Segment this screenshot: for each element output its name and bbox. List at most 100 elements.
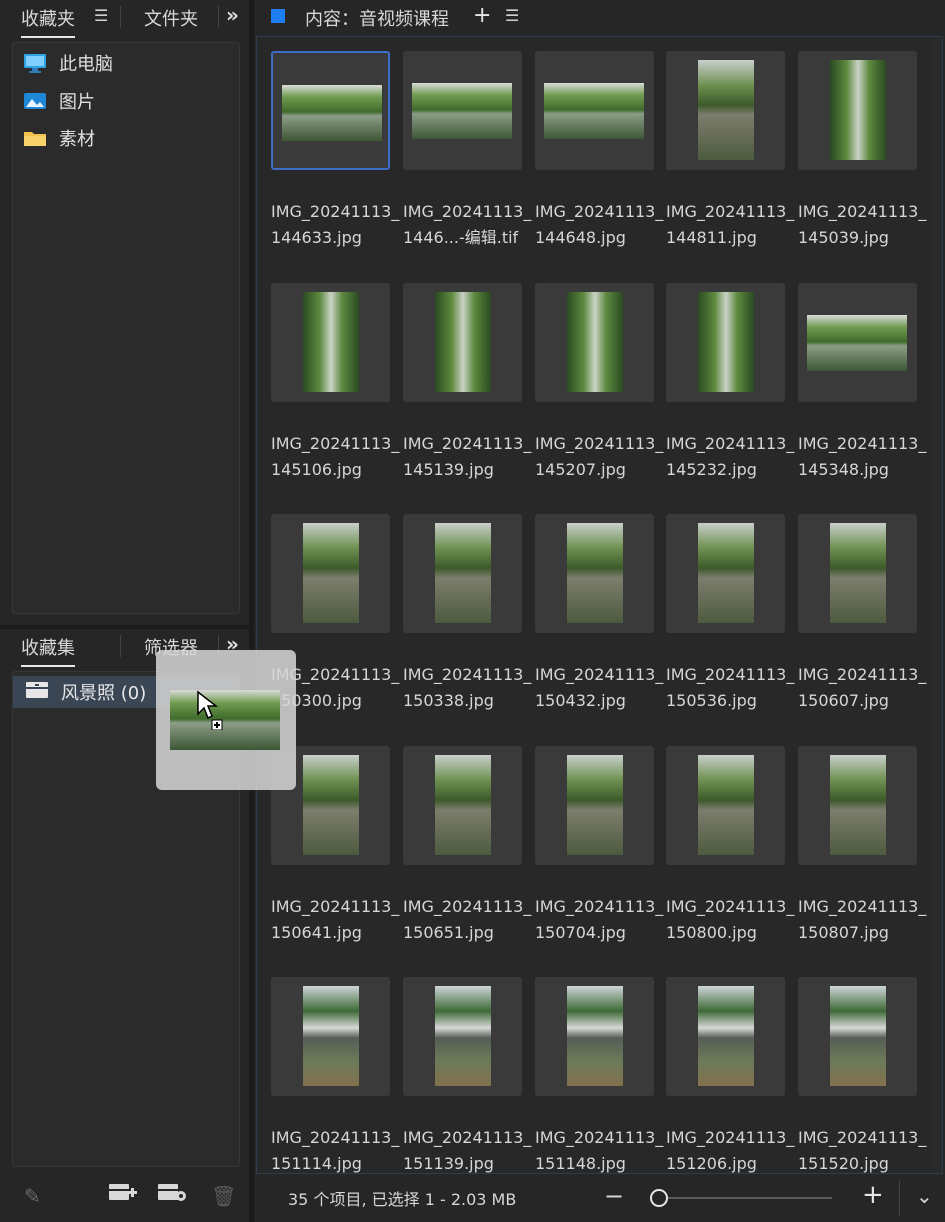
scrollbar[interactable] — [932, 37, 942, 1173]
tab-folders[interactable]: 文件夹 — [144, 5, 198, 31]
panel-color-icon — [271, 9, 285, 23]
thumbnail-image — [567, 292, 623, 392]
caption-line: IMG_20241113_ — [271, 897, 400, 916]
thumbnail[interactable] — [403, 977, 522, 1096]
caption-line: IMG_20241113_ — [535, 897, 664, 916]
tab-collections-label: 收藏集 — [21, 638, 75, 659]
thumbnail-image — [830, 755, 886, 855]
thumbnail[interactable] — [403, 514, 522, 633]
thumbnail[interactable] — [666, 283, 785, 402]
thumbnail-caption: IMG_20241113_ 150536.jpg — [666, 662, 794, 714]
thumbnail-caption: IMG_20241113_ 1446...-编辑.tif — [403, 199, 531, 251]
caption-line: 145348.jpg — [798, 460, 889, 479]
thumbnail[interactable] — [271, 977, 390, 1096]
content-panel: 内容：音视频课程 + ☰ IMG_20241113_ 144633.jpg IMG_… — [254, 0, 945, 1222]
thumbnail-image — [412, 83, 512, 139]
caption-line: IMG_20241113_ — [666, 665, 795, 684]
pictures-folder-icon — [23, 91, 47, 111]
caption-line: IMG_20241113_ — [271, 202, 400, 221]
thumbnail-image — [567, 986, 623, 1086]
content-menu-icon[interactable]: ☰ — [505, 6, 519, 25]
thumbnail[interactable] — [403, 746, 522, 865]
thumbnail[interactable] — [403, 51, 522, 170]
thumbnail[interactable] — [666, 514, 785, 633]
trash-icon[interactable]: 🗑 — [211, 1184, 236, 1208]
tab-favorites[interactable]: 收藏夹 — [21, 5, 75, 38]
thumbnail[interactable] — [798, 514, 917, 633]
thumbnail-image — [698, 986, 754, 1086]
thumbnail-caption: IMG_20241113_ 150338.jpg — [403, 662, 531, 714]
thumbnail[interactable] — [271, 51, 390, 170]
status-text: 35 个项目, 已选择 1 - 2.03 MB — [288, 1190, 517, 1209]
thumbnail-caption: IMG_20241113_ 145139.jpg — [403, 431, 531, 483]
thumbnail[interactable] — [798, 746, 917, 865]
caption-line: 144633.jpg — [271, 228, 362, 247]
zoom-in-icon[interactable]: + — [862, 1180, 884, 1210]
caption-line: IMG_20241113_ — [535, 1128, 664, 1147]
caption-line: IMG_20241113_ — [403, 665, 532, 684]
thumbnail-image — [544, 83, 644, 139]
thumbnail[interactable] — [666, 977, 785, 1096]
nav-item-this-pc[interactable]: 此电脑 — [23, 48, 113, 78]
thumbnail-caption: IMG_20241113_ 151139.jpg — [403, 1125, 531, 1177]
thumbnail-image — [698, 523, 754, 623]
thumbnail-caption: IMG_20241113_ 145039.jpg — [798, 199, 926, 251]
zoom-out-icon[interactable]: − — [604, 1182, 624, 1210]
thumbnail[interactable] — [535, 51, 654, 170]
drag-preview — [156, 650, 296, 790]
status-divider — [899, 1180, 900, 1216]
thumbnail[interactable] — [535, 977, 654, 1096]
new-collection-icon[interactable] — [108, 1181, 138, 1208]
computer-icon — [23, 53, 47, 73]
thumbnail[interactable] — [271, 514, 390, 633]
chevron-right-double-icon[interactable]: » — [226, 3, 239, 27]
thumbnail-caption: IMG_20241113_ 145232.jpg — [666, 431, 794, 483]
thumbnail-image — [830, 986, 886, 1086]
folder-icon — [23, 128, 47, 148]
caption-line: 145106.jpg — [271, 460, 362, 479]
chevron-down-icon[interactable]: ⌄ — [916, 1184, 933, 1208]
thumbnail-caption: IMG_20241113_ 151114.jpg — [271, 1125, 399, 1177]
tab-collections[interactable]: 收藏集 — [21, 634, 75, 667]
caption-line: IMG_20241113_ — [666, 897, 795, 916]
thumbnail-image — [698, 292, 754, 392]
pencil-icon[interactable]: ✎ — [24, 1184, 41, 1208]
thumbnail[interactable] — [798, 977, 917, 1096]
add-tab-icon[interactable]: + — [473, 3, 491, 28]
caption-line: IMG_20241113_ — [798, 202, 927, 221]
collection-settings-icon[interactable] — [157, 1181, 187, 1208]
nav-item-materials[interactable]: 素材 — [23, 123, 95, 153]
thumbnail[interactable] — [535, 746, 654, 865]
tab-divider — [120, 6, 121, 28]
thumbnail[interactable] — [666, 746, 785, 865]
thumbnail[interactable] — [535, 514, 654, 633]
caption-line: 1446...-编辑.tif — [403, 228, 519, 247]
caption-line: 145207.jpg — [535, 460, 626, 479]
thumbnail-image — [698, 755, 754, 855]
thumbnail[interactable] — [403, 283, 522, 402]
thumbnail[interactable] — [535, 283, 654, 402]
tab-content[interactable]: 内容：音视频课程 — [305, 5, 449, 31]
zoom-slider-handle[interactable] — [650, 1189, 668, 1207]
thumbnail-caption: IMG_20241113_ 144633.jpg — [271, 199, 399, 251]
nav-item-pictures[interactable]: 图片 — [23, 86, 95, 116]
status-bar: 35 个项目, 已选择 1 - 2.03 MB − + ⌄ — [254, 1174, 945, 1222]
caption-line: 150704.jpg — [535, 923, 626, 942]
zoom-slider[interactable] — [658, 1197, 832, 1199]
caption-line: IMG_20241113_ — [535, 434, 664, 453]
favorites-menu-icon[interactable]: ☰ — [94, 6, 108, 25]
thumbnail[interactable] — [798, 283, 917, 402]
thumbnail[interactable] — [271, 283, 390, 402]
caption-line: IMG_20241113_ — [403, 897, 532, 916]
caption-line: IMG_20241113_ — [798, 434, 927, 453]
tab-divider — [218, 6, 219, 28]
caption-line: IMG_20241113_ — [666, 434, 795, 453]
content-title: 内容：音视频课程 — [305, 9, 449, 30]
thumbnail-caption: IMG_20241113_ 145348.jpg — [798, 431, 926, 483]
thumbnail-image — [807, 315, 907, 371]
thumbnail-image — [303, 755, 359, 855]
tab-divider — [120, 635, 121, 657]
thumbnail[interactable] — [666, 51, 785, 170]
thumbnail[interactable] — [798, 51, 917, 170]
caption-line: IMG_20241113_ — [798, 897, 927, 916]
